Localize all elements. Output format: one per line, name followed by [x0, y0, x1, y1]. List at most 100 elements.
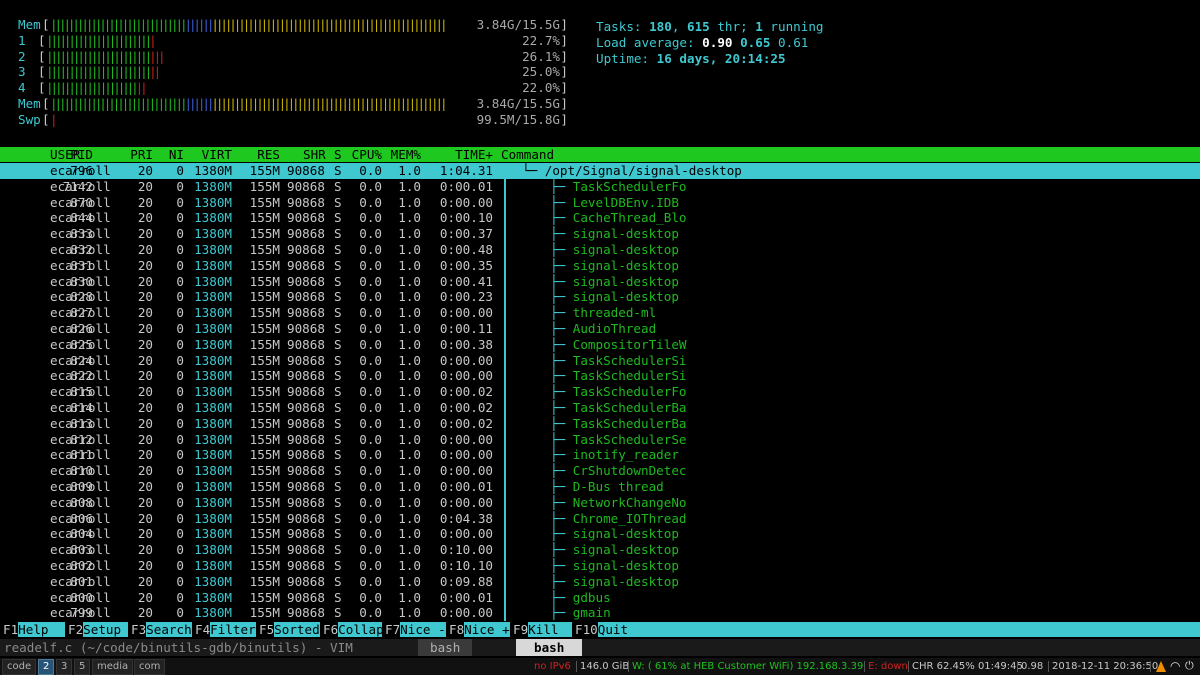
meter-mem-top-bar: ||||||||||||||||||||||||||||||||||||||||… — [50, 17, 448, 32]
cell-state: S — [334, 573, 342, 589]
workspace-5[interactable]: 5 — [74, 659, 91, 675]
col-time[interactable]: TIME+ — [455, 147, 493, 162]
cell-ni: 0 — [176, 384, 184, 400]
table-row[interactable]: 803 ecarroll 20 0 1380M 155M 90868 S 0.0 1.0 0:10.… — [0, 542, 1200, 558]
fkey-collap-button[interactable]: F6Collap — [320, 622, 384, 637]
cell-virt: 1380M — [194, 478, 232, 494]
col-pri[interactable]: PRI — [130, 147, 153, 162]
power-tray-icon[interactable]: ⏻ — [1185, 659, 1194, 673]
table-row[interactable]: 804 ecarroll 20 0 1380M 155M 90868 S 0.0 1.0 0:00.… — [0, 526, 1200, 542]
workspace-media[interactable]: media — [92, 659, 134, 675]
table-row-selected[interactable]: 796 ecarroll 20 0 1380M 155M 90868 S 0.0 1.0 1:04.… — [0, 163, 1200, 179]
cell-state: S — [334, 494, 342, 510]
command-name: LevelDBEnv.IDB — [572, 194, 679, 210]
table-row[interactable]: 814 ecarroll 20 0 1380M 155M 90868 S 0.0 1.0 0:00.… — [0, 400, 1200, 416]
cell-user: ecarroll — [50, 573, 111, 589]
table-row[interactable]: 801 ecarroll 20 0 1380M 155M 90868 S 0.0 1.0 0:09.… — [0, 574, 1200, 590]
table-row[interactable]: 822 ecarroll 20 0 1380M 155M 90868 S 0.0 1.0 0:00.… — [0, 368, 1200, 384]
fkey-search-button[interactable]: F3Search — [128, 622, 192, 637]
cell-mem: 1.0 — [398, 463, 421, 479]
col-user[interactable]: USER — [50, 147, 80, 162]
cell-res: 155M — [249, 542, 280, 558]
process-table[interactable]: 796 ecarroll 20 0 1380M 155M 90868 S 0.0 1.0 1:04.… — [0, 163, 1200, 621]
fkey-kill-button[interactable]: F9Kill — [510, 622, 559, 637]
table-row[interactable]: 828 ecarroll 20 0 1380M 155M 90868 S 0.0 1.0 0:00.… — [0, 289, 1200, 305]
table-row[interactable]: 833 ecarroll 20 0 1380M 155M 90868 S 0.0 1.0 0:00.… — [0, 226, 1200, 242]
fkey-help-button[interactable]: F1Help — [0, 622, 49, 637]
table-row[interactable]: 824 ecarroll 20 0 1380M 155M 90868 S 0.0 1.0 0:00.… — [0, 353, 1200, 369]
table-row[interactable]: 810 ecarroll 20 0 1380M 155M 90868 S 0.0 1.0 0:00.… — [0, 463, 1200, 479]
fkey-sorted-button[interactable]: F5Sorted — [256, 622, 320, 637]
cell-pri: 20 — [137, 510, 153, 526]
col-shr[interactable]: SHR — [303, 147, 326, 162]
tmux-window-bash[interactable]: bash — [418, 639, 473, 656]
vlc-tray-icon[interactable] — [1156, 661, 1166, 672]
table-row[interactable]: 812 ecarroll 20 0 1380M 155M 90868 S 0.0 1.0 0:00.… — [0, 432, 1200, 448]
cell-pri: 20 — [137, 573, 153, 589]
table-row[interactable]: 806 ecarroll 20 0 1380M 155M 90868 S 0.0 1.0 0:04.… — [0, 511, 1200, 527]
cell-user: ecarroll — [50, 210, 111, 226]
table-row[interactable]: 832 ecarroll 20 0 1380M 155M 90868 S 0.0 1.0 0:00.… — [0, 242, 1200, 258]
workspace-code[interactable]: code — [2, 659, 37, 675]
command-name: signal-desktop — [572, 241, 679, 257]
table-row[interactable]: 844 ecarroll 20 0 1380M 155M 90868 S 0.0 1.0 0:00.… — [0, 210, 1200, 226]
table-row[interactable]: 870 ecarroll 20 0 1380M 155M 90868 S 0.0 1.0 0:00.… — [0, 195, 1200, 211]
cell-cpu: 0.0 — [359, 557, 382, 573]
col-mem[interactable]: MEM% — [391, 147, 421, 162]
table-row[interactable]: 811 ecarroll 20 0 1380M 155M 90868 S 0.0 1.0 0:00.… — [0, 447, 1200, 463]
tmux-window-active[interactable]: bash — [516, 639, 583, 656]
cell-user: ecarroll — [50, 447, 111, 463]
battery-status: CHR 62.45% 01:49:45 — [912, 661, 1023, 672]
cell-res: 155M — [249, 178, 280, 194]
cell-pri: 20 — [137, 320, 153, 336]
fkey-quit-button[interactable]: F10Quit — [572, 622, 628, 637]
wifi-tray-icon[interactable]: ◠ — [1170, 659, 1180, 673]
cell-cpu: 0.0 — [359, 494, 382, 510]
col-state[interactable]: S — [334, 147, 342, 162]
table-row[interactable]: 808 ecarroll 20 0 1380M 155M 90868 S 0.0 1.0 0:00.… — [0, 495, 1200, 511]
col-command[interactable]: Command — [501, 147, 554, 162]
cell-mem: 1.0 — [398, 352, 421, 368]
table-row[interactable]: 825 ecarroll 20 0 1380M 155M 90868 S 0.0 1.0 0:00.… — [0, 337, 1200, 353]
cell-command: ├─ signal-desktop — [550, 274, 679, 290]
cell-shr: 90868 — [287, 226, 325, 242]
workspace-2[interactable]: 2 — [38, 659, 55, 675]
cell-pri: 20 — [137, 352, 153, 368]
table-row[interactable]: 830 ecarroll 20 0 1380M 155M 90868 S 0.0 1.0 0:00.… — [0, 274, 1200, 290]
workspace-com[interactable]: com — [134, 659, 166, 675]
cell-shr: 90868 — [287, 478, 325, 494]
cell-res: 155M — [249, 257, 280, 273]
fkey-filter-button[interactable]: F4Filter — [192, 622, 256, 637]
tree-branch-icon: ├─ — [550, 384, 573, 400]
cell-ni: 0 — [176, 320, 184, 336]
workspace-3[interactable]: 3 — [56, 659, 73, 675]
table-row[interactable]: 809 ecarroll 20 0 1380M 155M 90868 S 0.0 1.0 0:00.… — [0, 479, 1200, 495]
table-row[interactable]: 7142 ecarroll 20 0 1380M 155M 90868 S 0.0 1.0 0:00… — [0, 179, 1200, 195]
cell-ni: 0 — [176, 163, 184, 178]
fkey-nice-button[interactable]: F7Nice - — [382, 622, 446, 637]
fkey-nice-button[interactable]: F8Nice + — [446, 622, 510, 637]
table-row[interactable]: 827 ecarroll 20 0 1380M 155M 90868 S 0.0 1.0 0:00.… — [0, 305, 1200, 321]
cell-user: ecarroll — [50, 226, 111, 242]
fkey-key: F10 — [572, 622, 598, 637]
col-res[interactable]: RES — [257, 147, 280, 162]
cell-pri: 20 — [137, 605, 153, 621]
cell-pri: 20 — [137, 368, 153, 384]
col-cpu[interactable]: CPU% — [352, 147, 382, 162]
cell-virt: 1380M — [194, 542, 232, 558]
fkey-setup-button[interactable]: F2Setup — [65, 622, 121, 637]
table-row[interactable]: 826 ecarroll 20 0 1380M 155M 90868 S 0.0 1.0 0:00.… — [0, 321, 1200, 337]
col-virt[interactable]: VIRT — [202, 147, 232, 162]
cell-cpu: 0.0 — [359, 210, 382, 226]
table-row[interactable]: 815 ecarroll 20 0 1380M 155M 90868 S 0.0 1.0 0:00.… — [0, 384, 1200, 400]
tasks-line: Tasks: 180, 615 thr; 1 running — [596, 19, 824, 34]
tree-branch-icon: ├─ — [550, 557, 573, 573]
table-row[interactable]: 799 ecarroll 20 0 1380M 155M 90868 S 0.0 1.0 0:00.… — [0, 605, 1200, 621]
table-row[interactable]: 800 ecarroll 20 0 1380M 155M 90868 S 0.0 1.0 0:00.… — [0, 590, 1200, 606]
cell-res: 155M — [249, 305, 280, 321]
col-ni[interactable]: NI — [169, 147, 184, 162]
table-row[interactable]: 813 ecarroll 20 0 1380M 155M 90868 S 0.0 1.0 0:00.… — [0, 416, 1200, 432]
tree-branch-icon: ├─ — [550, 210, 573, 226]
table-row[interactable]: 802 ecarroll 20 0 1380M 155M 90868 S 0.0 1.0 0:10.… — [0, 558, 1200, 574]
table-row[interactable]: 831 ecarroll 20 0 1380M 155M 90868 S 0.0 1.0 0:00.… — [0, 258, 1200, 274]
